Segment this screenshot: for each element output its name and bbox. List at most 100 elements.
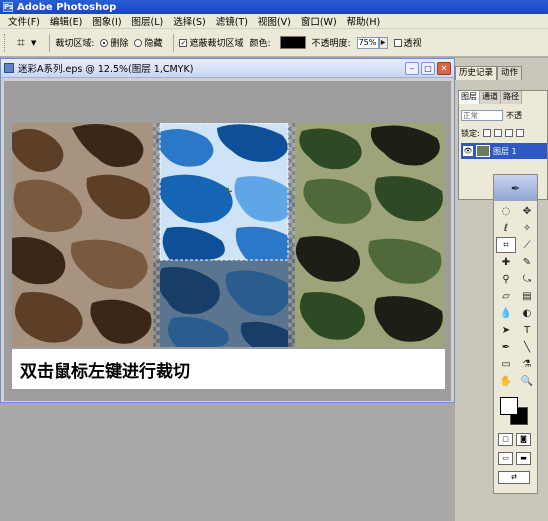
toolbox: ✒ ◌ ✥ ℓ ✧ ⌗ ⟋ ✚ ✎ ⚲ ⤿ ▱ ▤ 💧 ◐ ➤ T ✒ ╲ ▭ … [493, 174, 538, 494]
blend-mode-row: 正常 不透 [459, 108, 547, 122]
history-panel-tabs: 历史记录 动作 [455, 66, 548, 80]
quick-mask-modes: ▢ ◙ [494, 433, 537, 446]
foreground-color-swatch[interactable] [500, 397, 518, 415]
document-window: 迷彩A系列.eps @ 12.5%(图层 1,CMYK) – □ ✕ ✛ 双击鼠… [0, 58, 455, 403]
slice-tool-icon[interactable]: ⟋ [517, 237, 537, 253]
eye-icon[interactable]: 👁 [463, 146, 473, 156]
opacity-input[interactable]: 75% [356, 36, 379, 49]
marquee-tool-icon[interactable]: ◌ [496, 203, 516, 219]
perspective-checkbox[interactable] [393, 38, 402, 47]
shield-checkbox-option[interactable]: ✓ 遮蔽裁切区域 [179, 36, 243, 49]
dodge-tool-icon[interactable]: ◐ [517, 305, 537, 321]
instruction-caption: 双击鼠标左键进行裁切 [20, 362, 190, 382]
move-tool-icon[interactable]: ✥ [517, 203, 537, 219]
delete-radio-option[interactable]: 删除 [100, 36, 128, 49]
delete-radio[interactable] [100, 38, 109, 47]
pen-tool-icon[interactable]: ✒ [496, 339, 516, 355]
tab-history[interactable]: 历史记录 [455, 66, 498, 80]
maximize-button[interactable]: □ [421, 62, 435, 75]
layer-row[interactable]: 👁 图层 1 [461, 143, 547, 159]
opacity-short-label: 不透 [506, 110, 522, 120]
close-button[interactable]: ✕ [437, 62, 451, 75]
menu-edit[interactable]: 编辑(E) [45, 14, 87, 28]
brown-camo-panel [12, 123, 153, 347]
app-title: Adobe Photoshop [17, 1, 117, 13]
lock-image-icon[interactable] [493, 129, 502, 137]
delete-label: 删除 [110, 39, 129, 49]
opacity-dropdown-icon[interactable]: ▶ [378, 36, 388, 49]
photoshop-logo-icon: Ps [3, 2, 14, 12]
svg-text:✛: ✛ [224, 187, 233, 198]
green-camo-panel [295, 123, 445, 347]
shield-color-label: 颜色: [249, 39, 271, 49]
tab-channels[interactable]: 通道 [480, 91, 501, 104]
blue-camo-panel: ✛ [153, 123, 296, 347]
caption-strip: 双击鼠标左键进行裁切 [12, 349, 445, 389]
document-icon [4, 63, 14, 73]
crop-tool-icon[interactable]: ⌗ [496, 237, 516, 253]
magic-wand-tool-icon[interactable]: ✧ [517, 220, 537, 236]
shield-checkbox[interactable]: ✓ [179, 38, 188, 47]
opacity-label: 不透明度: [311, 39, 351, 49]
clone-stamp-tool-icon[interactable]: ⚲ [496, 271, 516, 287]
menu-image[interactable]: 图象(I) [87, 14, 126, 28]
standard-mode-icon[interactable]: ▢ [498, 433, 513, 446]
canvas-area[interactable]: ✛ 双击鼠标左键进行裁切 [4, 81, 451, 401]
perspective-checkbox-option[interactable]: 透视 [393, 36, 422, 49]
camouflage-image-canvas[interactable]: ✛ [12, 123, 445, 347]
history-brush-tool-icon[interactable]: ⤿ [517, 271, 537, 287]
menu-select[interactable]: 选择(S) [168, 14, 210, 28]
lock-position-icon[interactable] [504, 129, 513, 137]
crop-tool-icon[interactable]: ⌗ [11, 34, 31, 52]
minimize-button[interactable]: – [405, 62, 419, 75]
lasso-tool-icon[interactable]: ℓ [496, 220, 516, 236]
path-selection-tool-icon[interactable]: ➤ [496, 322, 516, 338]
layer-name: 图层 1 [493, 146, 517, 156]
blur-tool-icon[interactable]: 💧 [496, 305, 516, 321]
tab-paths[interactable]: 路径 [501, 91, 522, 104]
jump-to-imageready: ⇄ [494, 471, 537, 484]
zoom-tool-icon[interactable]: 🔍 [517, 373, 537, 389]
tool-preset-dropdown-icon[interactable]: ▼ [31, 39, 36, 47]
camouflage-artwork: ✛ [12, 123, 445, 347]
eraser-tool-icon[interactable]: ▱ [496, 288, 516, 304]
eyedropper-tool-icon[interactable]: ⚗ [517, 356, 537, 372]
tab-actions[interactable]: 动作 [497, 66, 523, 80]
type-tool-icon[interactable]: T [517, 322, 537, 338]
tab-layers[interactable]: 图层 [459, 91, 480, 104]
hide-radio-option[interactable]: 隐藏 [134, 36, 162, 49]
lock-label: 锁定: [461, 128, 480, 138]
hide-radio[interactable] [134, 38, 143, 47]
lock-all-icon[interactable] [515, 129, 524, 137]
document-titlebar[interactable]: 迷彩A系列.eps @ 12.5%(图层 1,CMYK) – □ ✕ [1, 59, 454, 78]
layer-thumbnail [476, 145, 490, 157]
menu-layer[interactable]: 图层(L) [127, 14, 169, 28]
healing-brush-tool-icon[interactable]: ✚ [496, 254, 516, 270]
app-titlebar: Ps Adobe Photoshop [0, 0, 548, 14]
full-screen-menu-icon[interactable]: ▬ [516, 452, 531, 465]
menu-help[interactable]: 帮助(H) [342, 14, 386, 28]
blend-mode-select[interactable]: 正常 [461, 109, 503, 121]
shield-label: 遮蔽裁切区域 [189, 39, 244, 49]
hand-tool-icon[interactable]: ✋ [496, 373, 516, 389]
lock-transparency-icon[interactable] [482, 129, 491, 137]
menu-view[interactable]: 视图(V) [253, 14, 296, 28]
crop-area-label: 裁切区域: [55, 39, 95, 49]
gradient-tool-icon[interactable]: ▤ [517, 288, 537, 304]
options-grip[interactable] [4, 33, 7, 52]
notes-tool-icon[interactable]: ▭ [496, 356, 516, 372]
screen-modes: ▭ ▬ [494, 452, 537, 465]
standard-screen-icon[interactable]: ▭ [498, 452, 513, 465]
quick-mask-mode-icon[interactable]: ◙ [516, 433, 531, 446]
menu-filter[interactable]: 滤镜(T) [211, 14, 253, 28]
shield-color-swatch[interactable] [279, 36, 306, 49]
document-title: 迷彩A系列.eps @ 12.5%(图层 1,CMYK) [18, 64, 194, 75]
brush-tool-icon[interactable]: ✎ [517, 254, 537, 270]
imageready-jump-icon[interactable]: ⇄ [498, 471, 530, 484]
shape-tool-icon[interactable]: ╲ [517, 339, 537, 355]
adobe-feather-logo-icon[interactable]: ✒ [494, 175, 537, 201]
menubar: 文件(F) 编辑(E) 图象(I) 图层(L) 选择(S) 滤镜(T) 视图(V… [0, 14, 548, 29]
menu-window[interactable]: 窗口(W) [296, 14, 342, 28]
hide-label: 隐藏 [144, 39, 163, 49]
menu-file[interactable]: 文件(F) [3, 14, 45, 28]
